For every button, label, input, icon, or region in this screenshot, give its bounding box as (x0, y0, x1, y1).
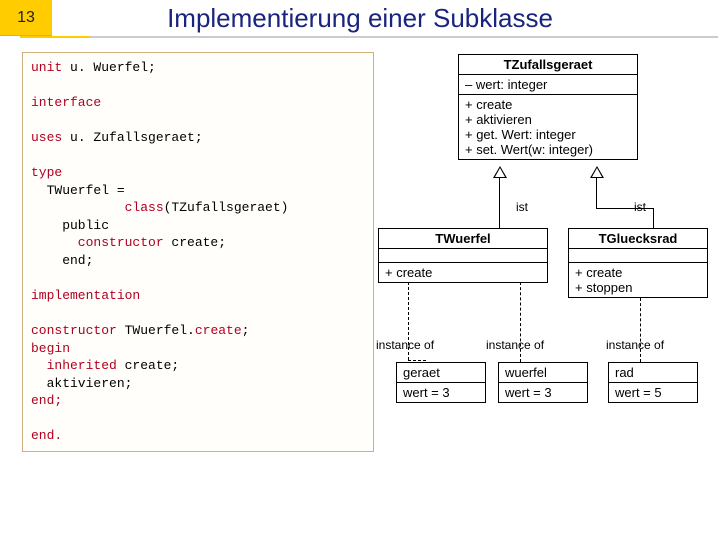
uml-instance-1-name: geraet (397, 363, 485, 383)
arrow-tri-right (590, 166, 604, 178)
kw-type: type (31, 165, 62, 180)
code-listing: unit u. Wuerfel; interface uses u. Zufal… (22, 52, 374, 452)
kw-inherited: inherited (31, 358, 117, 373)
uml-child-left: TWuerfel + create (378, 228, 548, 283)
uml-child-left-name: TWuerfel (379, 229, 547, 249)
kw-constructor2: constructor (31, 323, 117, 338)
ist-label-1: ist (516, 200, 528, 214)
uml-instance-2: wuerfel wert = 3 (498, 362, 588, 403)
arrow-tri-left (493, 166, 507, 178)
kw-uses: uses (31, 130, 62, 145)
uml-child-right: TGluecksrad + create + stoppen (568, 228, 708, 298)
uml-parent-name: TZufallsgeraet (459, 55, 637, 75)
uml-instance-2-name: wuerfel (499, 363, 587, 383)
kw-interface: interface (31, 95, 101, 110)
uml-instance-3-val: wert = 5 (609, 383, 697, 402)
uml-child-left-methods: + create (379, 263, 547, 282)
uml-instance-1: geraet wert = 3 (396, 362, 486, 403)
kw-implementation: implementation (31, 288, 140, 303)
uml-instance-1-val: wert = 3 (397, 383, 485, 402)
uml-parent-attrs: – wert: integer (459, 75, 637, 95)
kw-constructor: constructor (31, 235, 164, 250)
uml-parent-methods: + create + aktivieren + get. Wert: integ… (459, 95, 637, 159)
instanceof-3: instance of (606, 338, 664, 352)
uml-instance-3-name: rad (609, 363, 697, 383)
uml-child-right-methods: + create + stoppen (569, 263, 707, 297)
uml-instance-2-val: wert = 3 (499, 383, 587, 402)
ist-label-2: ist (634, 200, 646, 214)
kw-unit: unit (31, 60, 62, 75)
uml-parent: TZufallsgeraet – wert: integer + create … (458, 54, 638, 160)
slide-number: 13 (0, 0, 52, 36)
instanceof-2: instance of (486, 338, 544, 352)
kw-begin: begin (31, 341, 70, 356)
uml-instance-3: rad wert = 5 (608, 362, 698, 403)
kw-enddot: end. (31, 428, 62, 443)
kw-class: class (31, 200, 164, 215)
slide-title: Implementierung einer Subklasse (52, 3, 720, 34)
uml-child-right-name: TGluecksrad (569, 229, 707, 249)
instanceof-1: instance of (376, 338, 434, 352)
kw-end: end; (31, 393, 62, 408)
header-rule (20, 36, 718, 38)
